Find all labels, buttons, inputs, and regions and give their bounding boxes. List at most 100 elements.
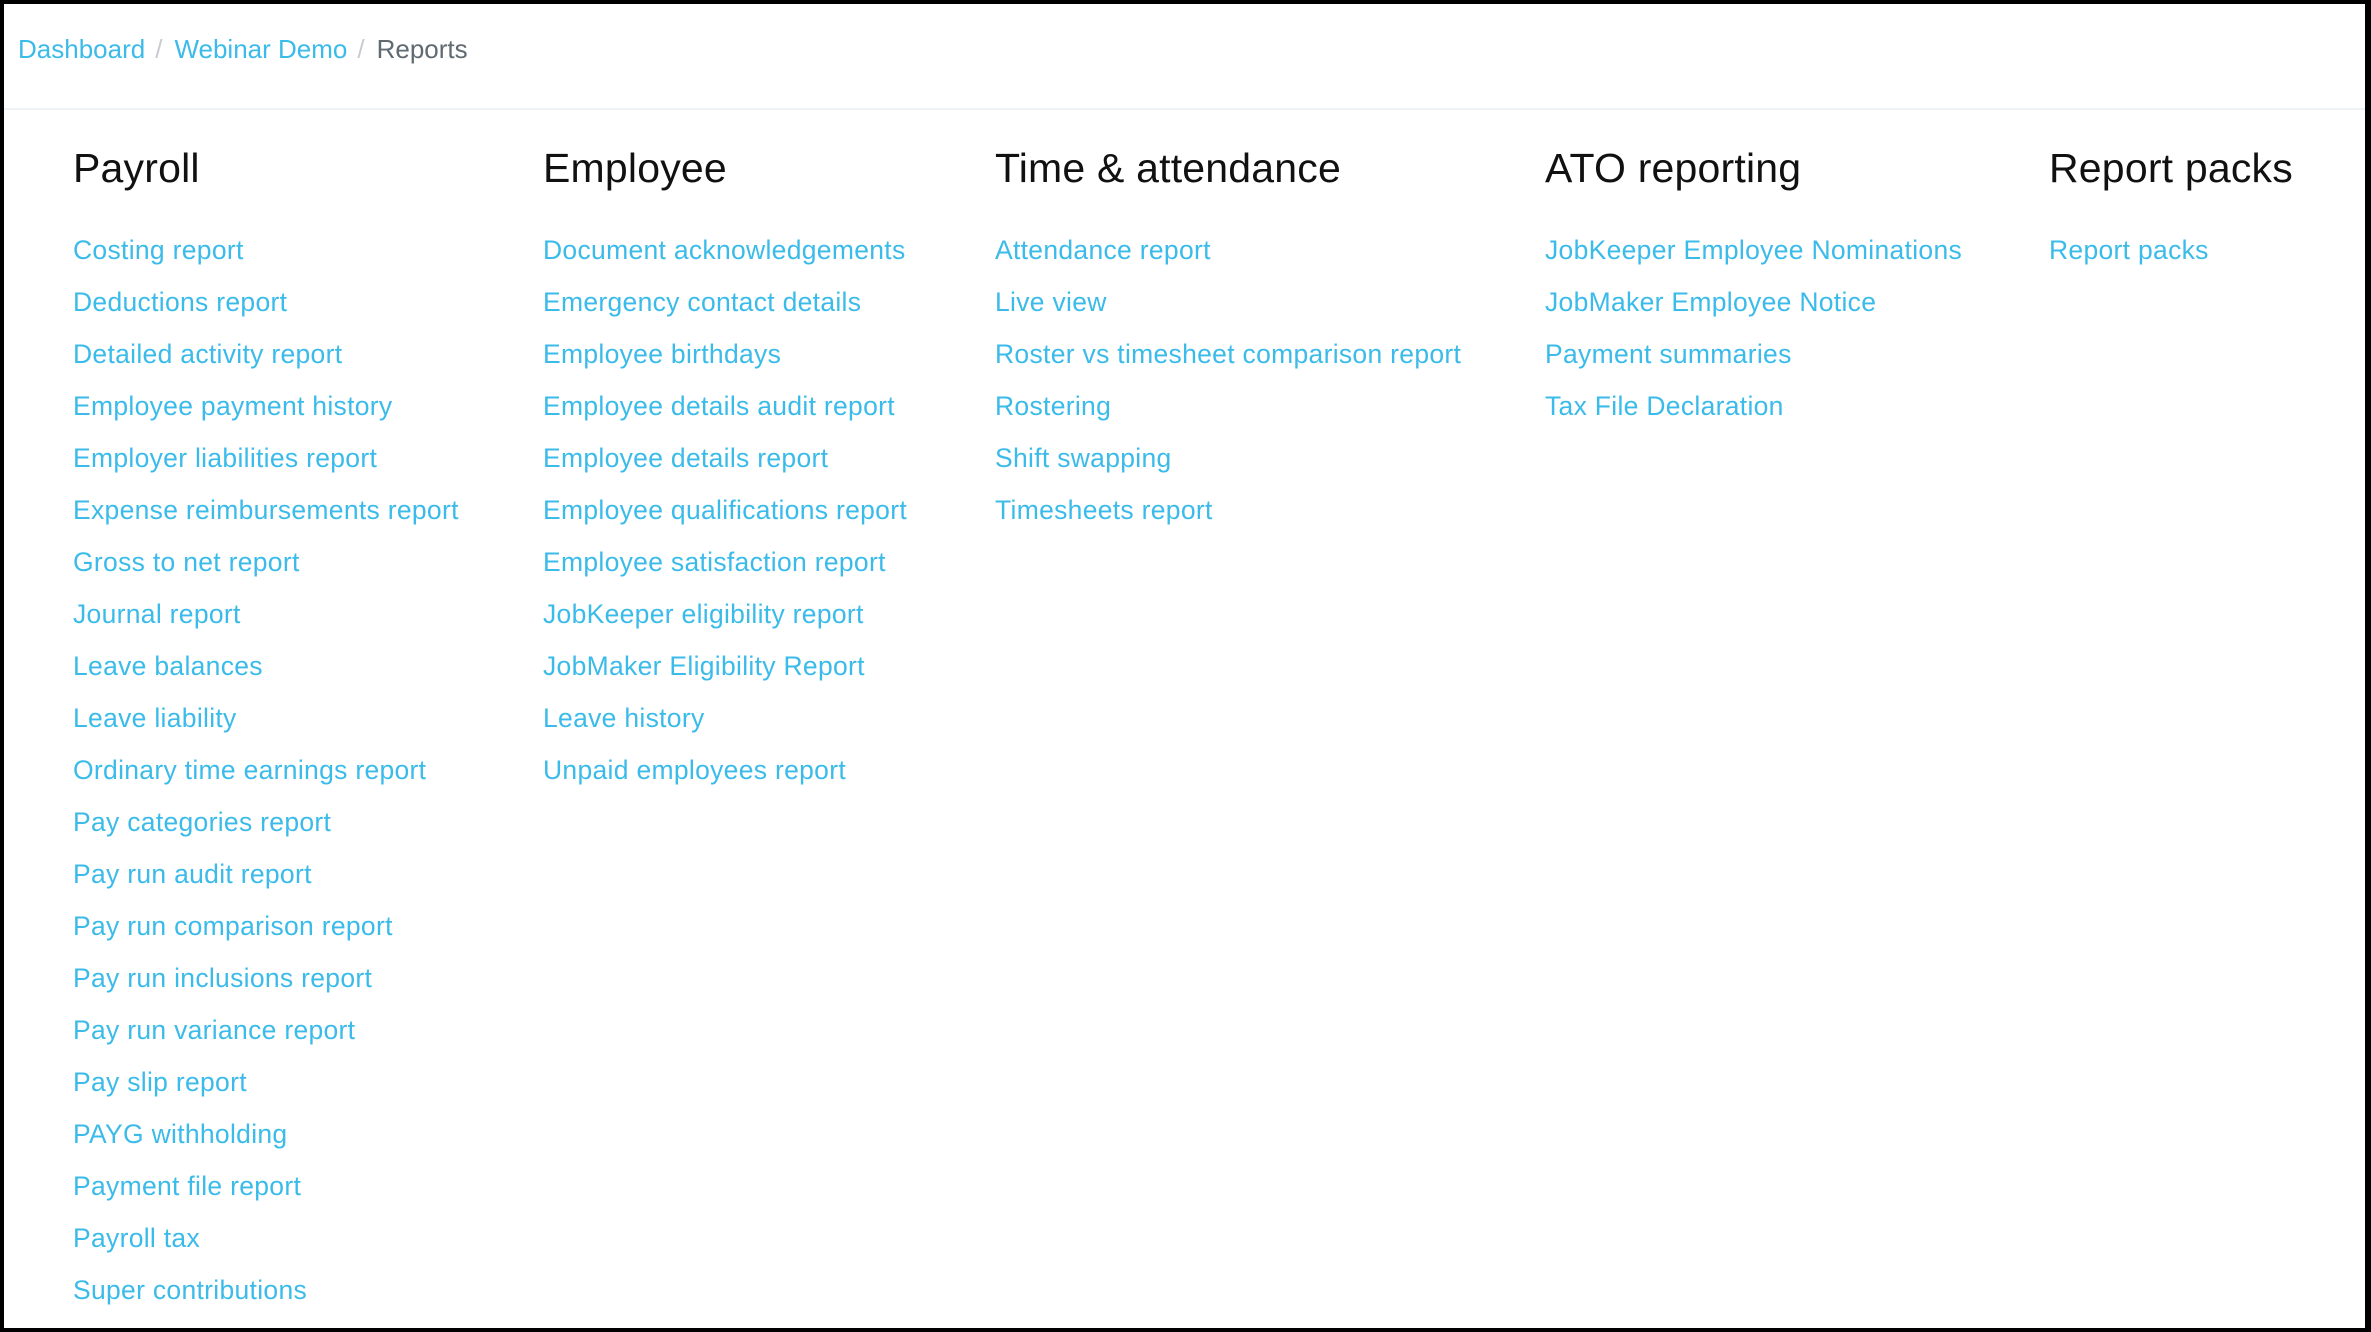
report-link[interactable]: Report packs — [2049, 235, 2209, 265]
report-list-item: Payment file report — [73, 1160, 459, 1212]
report-link[interactable]: Emergency contact details — [543, 287, 861, 317]
report-link[interactable]: Unpaid employees report — [543, 755, 846, 785]
report-link[interactable]: Journal report — [73, 599, 241, 629]
report-link[interactable]: Deductions report — [73, 287, 287, 317]
report-link[interactable]: Payroll tax — [73, 1223, 200, 1253]
report-link[interactable]: Employee details report — [543, 443, 828, 473]
report-list-item: Costing report — [73, 224, 459, 276]
breadcrumb-webinar-demo-link[interactable]: Webinar Demo — [174, 32, 347, 66]
report-list-item: Leave history — [543, 692, 907, 744]
report-list-item: Timesheets report — [995, 484, 1461, 536]
report-list: Report packs — [2049, 224, 2293, 276]
report-list-item: JobKeeper eligibility report — [543, 588, 907, 640]
report-list-item: Employee details audit report — [543, 380, 907, 432]
report-list-item: Pay categories report — [73, 796, 459, 848]
report-list-item: Pay run variance report — [73, 1004, 459, 1056]
report-link[interactable]: Shift swapping — [995, 443, 1172, 473]
section-payroll: Payroll Costing report Deductions report D… — [73, 142, 459, 1316]
report-link[interactable]: JobKeeper Employee Nominations — [1545, 235, 1962, 265]
report-list-item: Employer liabilities report — [73, 432, 459, 484]
report-list-item: Expense reimbursements report — [73, 484, 459, 536]
breadcrumb-dashboard-link[interactable]: Dashboard — [18, 32, 145, 66]
report-link[interactable]: Employer liabilities report — [73, 443, 377, 473]
report-list-item: JobMaker Employee Notice — [1545, 276, 1962, 328]
report-link[interactable]: Leave liability — [73, 703, 237, 733]
report-link[interactable]: Attendance report — [995, 235, 1211, 265]
report-link[interactable]: JobMaker Eligibility Report — [543, 651, 865, 681]
report-link[interactable]: Gross to net report — [73, 547, 300, 577]
report-list-item: Employee satisfaction report — [543, 536, 907, 588]
report-link[interactable]: Payment summaries — [1545, 339, 1792, 369]
section-title: Time & attendance — [995, 145, 1342, 191]
report-link[interactable]: PAYG withholding — [73, 1119, 287, 1149]
report-list-item: PAYG withholding — [73, 1108, 459, 1160]
section-ato-reporting: ATO reporting JobKeeper Employee Nominat… — [1545, 142, 1962, 432]
report-link[interactable]: Live view — [995, 287, 1107, 317]
report-link[interactable]: Pay run variance report — [73, 1015, 355, 1045]
report-list: Costing report Deductions report Detailed … — [73, 224, 459, 1316]
report-list-item: Shift swapping — [995, 432, 1461, 484]
report-list-item: Rostering — [995, 380, 1461, 432]
report-list-item: Deductions report — [73, 276, 459, 328]
section-time-attendance: Time & attendance Attendance report Live … — [995, 142, 1461, 536]
report-link[interactable]: Leave balances — [73, 651, 263, 681]
report-list-item: JobMaker Eligibility Report — [543, 640, 907, 692]
breadcrumb-separator: / — [155, 34, 163, 64]
breadcrumb: Dashboard / Webinar Demo / Reports — [18, 32, 468, 66]
report-link[interactable]: Employee details audit report — [543, 391, 895, 421]
section-employee: Employee Document acknowledgements Emerge… — [543, 142, 907, 796]
report-list: Document acknowledgements Emergency conta… — [543, 224, 907, 796]
report-link[interactable]: Employee qualifications report — [543, 495, 907, 525]
report-link[interactable]: Ordinary time earnings report — [73, 755, 426, 785]
reports-page: Dashboard / Webinar Demo / Reports Payro… — [4, 4, 2365, 1328]
report-link[interactable]: Expense reimbursements report — [73, 495, 459, 525]
report-list-item: Employee payment history — [73, 380, 459, 432]
report-link[interactable]: Employee satisfaction report — [543, 547, 886, 577]
report-link[interactable]: Timesheets report — [995, 495, 1213, 525]
report-list-item: Document acknowledgements — [543, 224, 907, 276]
report-link[interactable]: Detailed activity report — [73, 339, 342, 369]
report-list-item: Detailed activity report — [73, 328, 459, 380]
report-list-item: Employee birthdays — [543, 328, 907, 380]
report-list-item: Live view — [995, 276, 1461, 328]
report-list-item: Pay slip report — [73, 1056, 459, 1108]
report-link[interactable]: Rostering — [995, 391, 1111, 421]
report-list-item: Unpaid employees report — [543, 744, 907, 796]
section-title: Report packs — [2049, 145, 2293, 191]
breadcrumb-current-page: Reports — [376, 34, 468, 64]
report-list: Attendance report Live view Roster vs time… — [995, 224, 1461, 536]
report-link[interactable]: JobKeeper eligibility report — [543, 599, 864, 629]
section-report-packs: Report packs Report packs — [2049, 142, 2293, 276]
section-title: Payroll — [73, 145, 200, 191]
report-list-item: Leave balances — [73, 640, 459, 692]
report-link[interactable]: JobMaker Employee Notice — [1545, 287, 1876, 317]
report-link[interactable]: Pay run inclusions report — [73, 963, 372, 993]
report-link[interactable]: Costing report — [73, 235, 244, 265]
report-link[interactable]: Pay run audit report — [73, 859, 312, 889]
report-link[interactable]: Employee birthdays — [543, 339, 781, 369]
report-link[interactable]: Employee payment history — [73, 391, 392, 421]
header-divider — [4, 108, 2365, 110]
section-title: Employee — [543, 145, 727, 191]
report-list-item: Tax File Declaration — [1545, 380, 1962, 432]
report-list-item: Journal report — [73, 588, 459, 640]
report-link[interactable]: Super contributions — [73, 1275, 307, 1305]
report-list-item: Payroll tax — [73, 1212, 459, 1264]
report-list-item: Gross to net report — [73, 536, 459, 588]
report-link[interactable]: Pay categories report — [73, 807, 331, 837]
report-link[interactable]: Roster vs timesheet comparison report — [995, 339, 1461, 369]
report-link[interactable]: Tax File Declaration — [1545, 391, 1784, 421]
report-list-item: Payment summaries — [1545, 328, 1962, 380]
report-list-item: Pay run comparison report — [73, 900, 459, 952]
report-link[interactable]: Pay run comparison report — [73, 911, 393, 941]
report-link[interactable]: Document acknowledgements — [543, 235, 906, 265]
breadcrumb-separator: / — [357, 34, 365, 64]
report-list-item: Pay run inclusions report — [73, 952, 459, 1004]
report-link[interactable]: Payment file report — [73, 1171, 301, 1201]
report-link[interactable]: Leave history — [543, 703, 705, 733]
section-title: ATO reporting — [1545, 145, 1802, 191]
report-link[interactable]: Pay slip report — [73, 1067, 247, 1097]
report-list-item: Report packs — [2049, 224, 2293, 276]
report-list-item: Leave liability — [73, 692, 459, 744]
report-list-item: Roster vs timesheet comparison report — [995, 328, 1461, 380]
